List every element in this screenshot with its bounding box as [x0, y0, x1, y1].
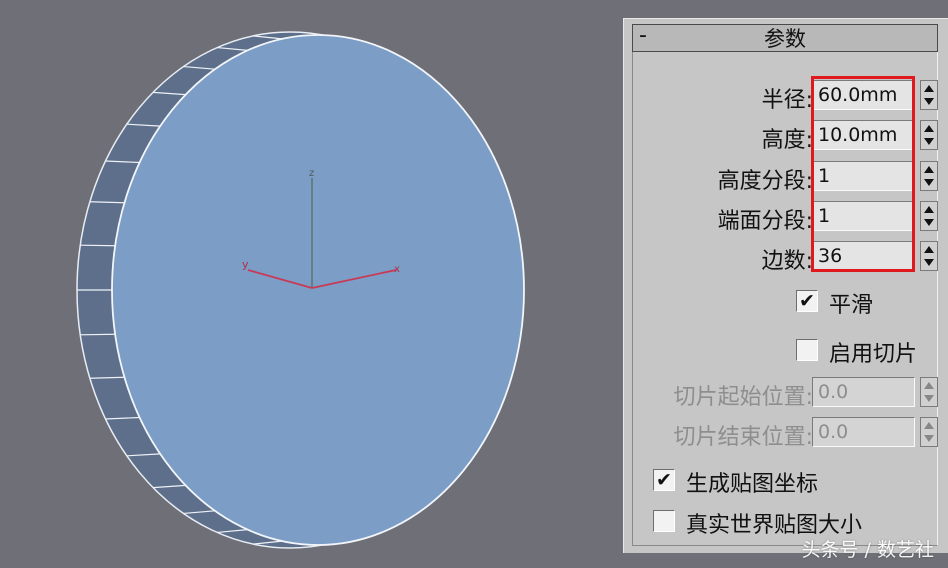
- height-input[interactable]: 10.0mm: [812, 120, 915, 150]
- gen-mapping-checkbox[interactable]: ✔: [653, 469, 675, 491]
- height-spinner[interactable]: [920, 120, 938, 150]
- spinner-down-icon: [924, 395, 934, 402]
- smooth-checkbox[interactable]: ✔: [796, 290, 818, 312]
- cylinder-segment-line: [80, 244, 116, 247]
- real-world-checkbox[interactable]: [653, 510, 675, 532]
- radius-label: 半径:: [761, 88, 813, 113]
- watermark: 头条号 / 数艺社: [801, 539, 934, 561]
- spinner-up-icon: [924, 422, 934, 429]
- gen-mapping-label: 生成贴图坐标: [686, 472, 819, 497]
- gizmo-x-label: x: [394, 264, 400, 275]
- gizmo-z-label: z: [309, 168, 314, 179]
- slice-from-label: 切片起始位置:: [673, 385, 813, 410]
- cylinder-object[interactable]: z y x: [0, 0, 620, 568]
- radius-input[interactable]: 60.0mm: [812, 80, 915, 110]
- slice-on-checkbox[interactable]: [796, 339, 818, 361]
- slice-from-spinner: [920, 377, 938, 407]
- spinner-up-icon: [924, 382, 934, 389]
- slice-from-row: 切片起始位置: 0.0: [624, 377, 948, 413]
- height-row: 高度: 10.0mm: [624, 120, 948, 156]
- slice-from-input: 0.0: [812, 377, 915, 407]
- cap-segments-label: 端面分段:: [717, 209, 813, 234]
- cylinder-segment-line: [80, 333, 116, 336]
- height-label: 高度:: [761, 128, 813, 153]
- spinner-down-icon[interactable]: [924, 179, 934, 186]
- spinner-up-icon[interactable]: [924, 85, 934, 92]
- spinner-down-icon[interactable]: [924, 259, 934, 266]
- spinner-down-icon: [924, 435, 934, 442]
- spinner-down-icon[interactable]: [924, 219, 934, 226]
- height-segments-spinner[interactable]: [920, 161, 938, 191]
- height-segments-label: 高度分段:: [717, 169, 813, 194]
- spinner-down-icon[interactable]: [924, 138, 934, 145]
- spinner-down-icon[interactable]: [924, 98, 934, 105]
- spinner-up-icon[interactable]: [924, 125, 934, 132]
- height-segments-row: 高度分段: 1: [624, 161, 948, 197]
- parameters-rollout: - 参数 半径: 60.0mm 高度: 10.0mm 高度分段: 1 端面分段:…: [623, 18, 948, 553]
- cap-segments-row: 端面分段: 1: [624, 201, 948, 237]
- sides-spinner[interactable]: [920, 241, 938, 271]
- spinner-up-icon[interactable]: [924, 246, 934, 253]
- slice-on-label: 启用切片: [829, 342, 918, 367]
- cap-segments-spinner[interactable]: [920, 201, 938, 231]
- slice-to-label: 切片结束位置:: [673, 425, 813, 450]
- spinner-up-icon[interactable]: [924, 206, 934, 213]
- height-segments-input[interactable]: 1: [812, 161, 915, 191]
- slice-to-input: 0.0: [812, 417, 915, 447]
- rollout-header[interactable]: - 参数: [632, 23, 938, 52]
- radius-spinner[interactable]: [920, 80, 938, 110]
- sides-input[interactable]: 36: [812, 241, 915, 271]
- slice-to-spinner: [920, 417, 938, 447]
- rollout-title: 参数: [764, 27, 806, 51]
- spinner-up-icon[interactable]: [924, 166, 934, 173]
- sides-row: 边数: 36: [624, 241, 948, 277]
- collapse-toggle[interactable]: -: [639, 23, 647, 48]
- smooth-label: 平滑: [829, 293, 874, 318]
- gizmo-y-label: y: [242, 258, 249, 271]
- cylinder-front-cap: [111, 34, 525, 546]
- cap-segments-input[interactable]: 1: [812, 201, 915, 231]
- radius-row: 半径: 60.0mm: [624, 80, 948, 116]
- sides-label: 边数:: [761, 249, 813, 274]
- slice-to-row: 切片结束位置: 0.0: [624, 417, 948, 453]
